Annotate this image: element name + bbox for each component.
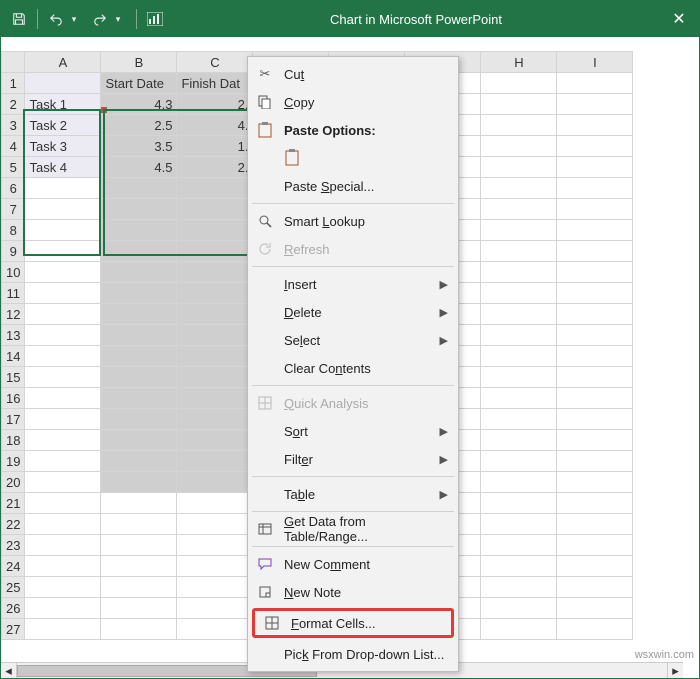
quick-access-toolbar: ▾ ▾ xyxy=(1,9,173,29)
cell-C1[interactable]: Finish Dat xyxy=(177,73,253,94)
cell-A1[interactable] xyxy=(25,73,101,94)
watermark: wsxwin.com xyxy=(635,649,694,661)
cell-B4[interactable]: 3.5 xyxy=(101,136,177,157)
search-icon xyxy=(256,212,274,230)
table-icon xyxy=(256,520,274,538)
cut-icon: ✂ xyxy=(256,65,274,83)
scroll-left-button[interactable]: ◂ xyxy=(1,663,17,678)
paste-icon xyxy=(284,149,302,167)
chevron-right-icon: ▶ xyxy=(440,488,448,501)
chevron-right-icon: ▶ xyxy=(440,334,448,347)
menu-smart-lookup[interactable]: Smart Lookup xyxy=(248,207,458,235)
menu-pick-dropdown[interactable]: Pick From Drop-down List... xyxy=(248,640,458,668)
menu-table[interactable]: Table ▶ xyxy=(248,480,458,508)
undo-icon xyxy=(48,11,64,27)
close-button[interactable]: ✕ xyxy=(659,9,699,29)
menu-divider xyxy=(252,203,454,204)
menu-quick-analysis: Quick Analysis xyxy=(248,389,458,417)
cell-C3[interactable]: 4. xyxy=(177,115,253,136)
col-C[interactable]: C xyxy=(177,52,253,73)
titlebar: ▾ ▾ Chart in Microsoft PowerPoint ✕ xyxy=(1,1,699,37)
copy-icon xyxy=(256,93,274,111)
menu-clear-contents[interactable]: Clear Contents xyxy=(248,354,458,382)
menu-insert[interactable]: Insert ▶ xyxy=(248,270,458,298)
menu-new-note[interactable]: New Note xyxy=(248,578,458,606)
menu-divider xyxy=(252,385,454,386)
menu-paste-default[interactable] xyxy=(248,144,458,172)
comment-icon xyxy=(256,555,274,573)
cell-A4[interactable]: Task 3 xyxy=(25,136,101,157)
chart-data-icon[interactable] xyxy=(147,11,163,27)
menu-get-data[interactable]: Get Data from Table/Range... xyxy=(248,515,458,543)
col-H[interactable]: H xyxy=(481,52,557,73)
menu-cut[interactable]: ✂ Cut xyxy=(248,60,458,88)
note-icon xyxy=(256,583,274,601)
menu-divider xyxy=(252,476,454,477)
range-marker xyxy=(101,107,107,113)
cell-C5[interactable]: 2. xyxy=(177,157,253,178)
cell-B3[interactable]: 2.5 xyxy=(101,115,177,136)
chevron-down-icon: ▾ xyxy=(110,11,126,27)
menu-paste-special[interactable]: Paste Special... xyxy=(248,172,458,200)
save-icon[interactable] xyxy=(11,11,27,27)
redo-icon xyxy=(92,11,108,27)
select-all-corner[interactable] xyxy=(2,52,25,73)
menu-delete[interactable]: Delete ▶ xyxy=(248,298,458,326)
cell-C4[interactable]: 1. xyxy=(177,136,253,157)
undo-button[interactable]: ▾ xyxy=(48,11,82,27)
col-B[interactable]: B xyxy=(101,52,177,73)
cell-B5[interactable]: 4.5 xyxy=(101,157,177,178)
menu-new-comment[interactable]: New Comment xyxy=(248,550,458,578)
menu-divider xyxy=(252,546,454,547)
col-I[interactable]: I xyxy=(557,52,633,73)
menu-select[interactable]: Select ▶ xyxy=(248,326,458,354)
scroll-right-button[interactable]: ▸ xyxy=(667,663,683,678)
chevron-right-icon: ▶ xyxy=(440,306,448,319)
cell-A3[interactable]: Task 2 xyxy=(25,115,101,136)
cell-B1[interactable]: Start Date xyxy=(101,73,177,94)
cell-A2[interactable]: Task 1 xyxy=(25,94,101,115)
redo-button[interactable]: ▾ xyxy=(92,11,126,27)
clipboard-icon xyxy=(256,121,274,139)
menu-divider xyxy=(252,266,454,267)
cell-A5[interactable]: Task 4 xyxy=(25,157,101,178)
menu-copy[interactable]: Copy xyxy=(248,88,458,116)
chevron-right-icon: ▶ xyxy=(440,278,448,291)
cell-B2[interactable]: 4.3 xyxy=(101,94,177,115)
chevron-right-icon: ▶ xyxy=(440,425,448,438)
menu-divider xyxy=(252,511,454,512)
window-title: Chart in Microsoft PowerPoint xyxy=(173,12,659,27)
quick-analysis-icon xyxy=(256,394,274,412)
col-A[interactable]: A xyxy=(25,52,101,73)
chevron-down-icon: ▾ xyxy=(66,11,82,27)
menu-paste-options-heading: Paste Options: xyxy=(248,116,458,144)
chevron-right-icon: ▶ xyxy=(440,453,448,466)
format-cells-icon xyxy=(263,614,281,632)
menu-filter[interactable]: Filter ▶ xyxy=(248,445,458,473)
context-menu: ✂ Cut Copy Paste Options: Paste Special.… xyxy=(247,56,459,672)
menu-refresh: Refresh xyxy=(248,235,458,263)
refresh-icon xyxy=(256,240,274,258)
cell-C2[interactable]: 2. xyxy=(177,94,253,115)
menu-sort[interactable]: Sort ▶ xyxy=(248,417,458,445)
menu-format-cells[interactable]: Format Cells... xyxy=(252,608,454,638)
